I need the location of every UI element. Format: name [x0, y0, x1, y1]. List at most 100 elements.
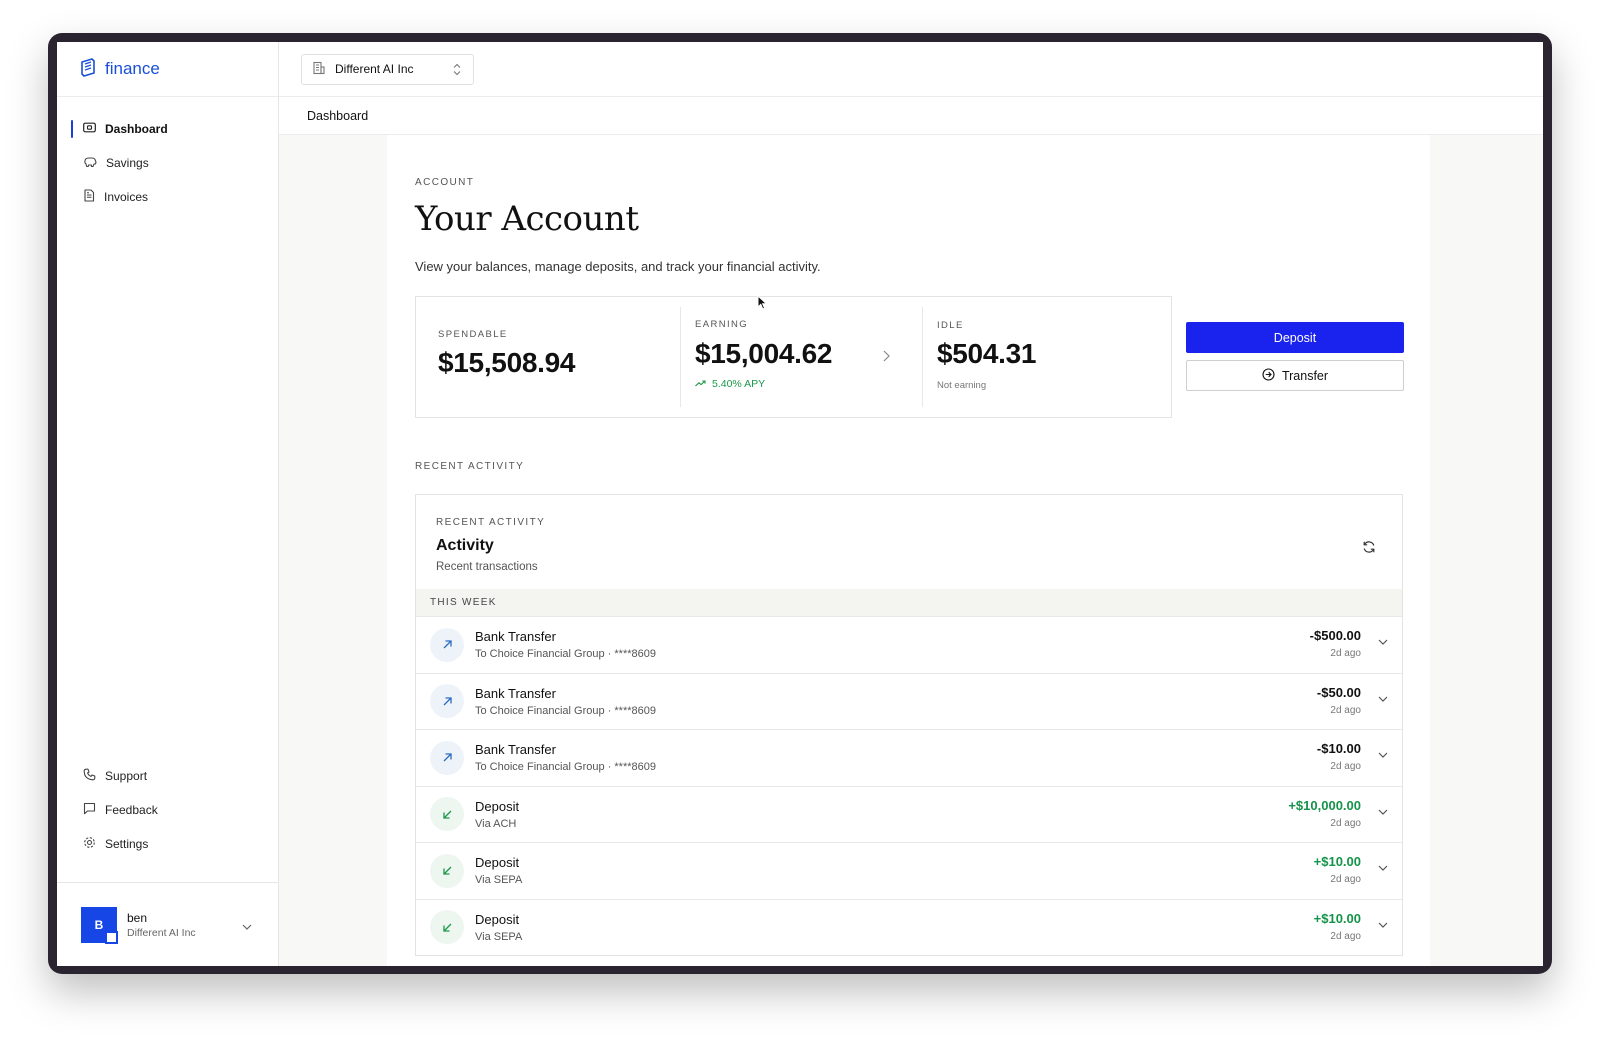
- transaction-row[interactable]: Deposit Via ACH +$10,000.00 2d ago: [416, 785, 1402, 843]
- earning-balance[interactable]: EARNING $15,004.62 5.40% APY: [680, 307, 922, 407]
- sidebar-item-label: Settings: [105, 837, 149, 851]
- sidebar-item-savings[interactable]: Savings: [57, 146, 278, 180]
- transaction-row[interactable]: Deposit Via SEPA +$10.00 2d ago: [416, 898, 1402, 956]
- document-icon: [83, 189, 95, 205]
- chevron-down-icon[interactable]: [1378, 632, 1388, 650]
- sidebar-item-label: Support: [105, 769, 148, 783]
- transfer-button[interactable]: Transfer: [1186, 360, 1404, 391]
- transaction-title: Deposit: [475, 855, 520, 871]
- activity-title: Activity: [436, 537, 494, 554]
- transaction-amount: -$50.00: [1316, 684, 1361, 700]
- user-name: ben: [127, 910, 148, 925]
- sidebar-item-label: Feedback: [105, 803, 158, 817]
- org-switcher[interactable]: Different AI Inc: [301, 53, 474, 85]
- activity-eyebrow: RECENT ACTIVITY: [436, 517, 546, 528]
- idle-note: Not earning: [937, 380, 987, 391]
- building-icon: [312, 61, 325, 78]
- transaction-row[interactable]: Bank Transfer To Choice Financial Group …: [416, 616, 1402, 673]
- sidebar-item-label: Dashboard: [105, 122, 168, 136]
- transaction-amount: -$10.00: [1316, 741, 1361, 756]
- balance-row: SPENDABLE $15,508.94 EARNING $15,004.62 …: [415, 296, 1404, 418]
- idle-value: $504.31: [937, 338, 1037, 369]
- earning-label: EARNING: [695, 319, 749, 330]
- message-icon: [83, 802, 96, 818]
- sidebar-item-settings[interactable]: Settings: [57, 827, 278, 861]
- chevron-down-icon[interactable]: [242, 917, 252, 935]
- transaction-desc: Via ACH: [475, 817, 517, 830]
- gear-icon: [83, 836, 96, 852]
- transaction-desc: To Choice Financial Group · ****8609: [475, 648, 656, 661]
- user-menu[interactable]: B ben Different AI Inc: [57, 882, 278, 966]
- transaction-row[interactable]: Bank Transfer To Choice Financial Group …: [416, 729, 1402, 786]
- page-title: Your Account: [415, 199, 639, 239]
- chevron-down-icon[interactable]: [1378, 858, 1388, 876]
- arrow-circle-right-icon: [1262, 367, 1275, 384]
- wallet-icon: [83, 122, 96, 136]
- sidebar-nav: Dashboard Savings Invoices: [57, 97, 278, 214]
- breadcrumb-current: Dashboard: [307, 108, 369, 123]
- phone-icon: [83, 768, 96, 784]
- arrow-up-right-icon: [430, 684, 464, 719]
- transaction-row[interactable]: Bank Transfer To Choice Financial Group …: [416, 672, 1402, 730]
- arrow-down-left-icon: [430, 797, 464, 832]
- arrow-up-right-icon: [430, 627, 464, 662]
- transaction-time: 2d ago: [1330, 648, 1361, 659]
- apy-text: 5.40% APY: [712, 378, 766, 390]
- transaction-amount: +$10.00: [1313, 910, 1361, 926]
- piggy-bank-icon: [83, 156, 97, 171]
- account-eyebrow: ACCOUNT: [415, 177, 475, 188]
- page-subtitle: View your balances, manage deposits, and…: [415, 259, 821, 274]
- transaction-time: 2d ago: [1330, 704, 1361, 716]
- apy-badge: 5.40% APY: [695, 378, 922, 390]
- transaction-amount: +$10,000.00: [1288, 797, 1361, 813]
- spendable-value: $15,508.94: [438, 347, 576, 378]
- refresh-icon[interactable]: [1362, 540, 1376, 559]
- brand[interactable]: finance: [57, 42, 278, 97]
- idle-balance: IDLE $504.31 Not earning: [922, 307, 1171, 407]
- arrow-down-left-icon: [430, 910, 464, 945]
- transaction-title: Deposit: [475, 798, 520, 814]
- transaction-amount: -$500.00: [1309, 628, 1361, 643]
- recent-activity-heading: RECENT ACTIVITY: [415, 461, 525, 472]
- chevron-down-icon[interactable]: [1378, 745, 1388, 763]
- main-area: Different AI Inc Dashboard ACCOUNT Your …: [279, 42, 1543, 966]
- transaction-amount: +$10.00: [1313, 854, 1361, 869]
- sidebar-item-feedback[interactable]: Feedback: [57, 793, 278, 827]
- sidebar-item-label: Savings: [106, 156, 149, 170]
- activity-header: RECENT ACTIVITY Activity Recent transact…: [416, 495, 1402, 589]
- chevron-down-icon[interactable]: [1378, 915, 1388, 933]
- topbar: Different AI Inc: [279, 42, 1543, 97]
- chevron-up-down-icon: [453, 63, 461, 79]
- transaction-desc: Via SEPA: [475, 874, 523, 887]
- sidebar-item-dashboard[interactable]: Dashboard: [57, 112, 278, 146]
- activity-subtitle: Recent transactions: [436, 561, 538, 573]
- chevron-down-icon[interactable]: [1378, 802, 1388, 820]
- transaction-title: Bank Transfer: [475, 685, 556, 701]
- sidebar: finance Dashboard Savings Invoices Suppo…: [57, 42, 279, 966]
- spendable-label: SPENDABLE: [438, 329, 508, 340]
- transaction-title: Deposit: [475, 911, 520, 927]
- transaction-time: 2d ago: [1330, 817, 1361, 829]
- app-window: finance Dashboard Savings Invoices Suppo…: [57, 42, 1543, 966]
- chevron-down-icon[interactable]: [1378, 689, 1388, 707]
- dashboard-content: ACCOUNT Your Account View your balances,…: [387, 135, 1430, 966]
- trending-up-icon: [695, 378, 706, 390]
- transfer-label: Transfer: [1281, 368, 1329, 383]
- transaction-desc: To Choice Financial Group · ****8609: [475, 704, 656, 717]
- arrow-down-left-icon: [430, 853, 464, 888]
- group-header: THIS WEEK: [416, 589, 1402, 616]
- sidebar-item-invoices[interactable]: Invoices: [57, 180, 278, 214]
- transaction-desc: Via SEPA: [475, 930, 523, 943]
- balance-card: SPENDABLE $15,508.94 EARNING $15,004.62 …: [415, 296, 1172, 418]
- transaction-desc: To Choice Financial Group · ****8609: [475, 761, 656, 774]
- sidebar-item-support[interactable]: Support: [57, 759, 278, 793]
- arrow-up-right-icon: [430, 740, 464, 775]
- avatar: B: [81, 906, 118, 944]
- transaction-row[interactable]: Deposit Via SEPA +$10.00 2d ago: [416, 842, 1402, 899]
- idle-label: IDLE: [937, 320, 964, 331]
- transaction-time: 2d ago: [1330, 874, 1361, 885]
- deposit-button[interactable]: Deposit: [1186, 322, 1404, 353]
- avatar-initial: B: [94, 917, 104, 932]
- chevron-right-icon[interactable]: [883, 349, 890, 367]
- activity-card: RECENT ACTIVITY Activity Recent transact…: [415, 494, 1403, 956]
